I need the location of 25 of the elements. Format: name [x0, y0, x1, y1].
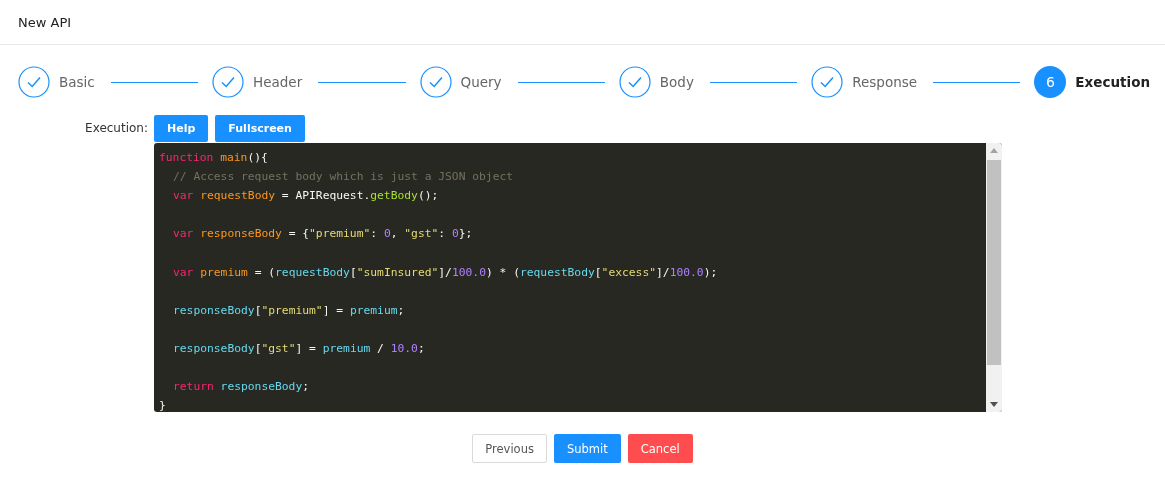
- code-editor[interactable]: [154, 143, 1002, 412]
- field-label: Execution:: [84, 120, 149, 137]
- code-line: // Access request body which is just a JSON object: [172, 169, 514, 186]
- toolbar-button[interactable]: Fullscreen: [215, 115, 305, 142]
- toolbar-button[interactable]: Help: [154, 115, 209, 142]
- code-line: return responseBody;: [172, 379, 310, 396]
- step-label[interactable]: Body: [659, 74, 694, 90]
- step-label[interactable]: Execution: [1075, 74, 1151, 90]
- window-title: New API: [18, 14, 72, 30]
- action-button[interactable]: Cancel: [627, 434, 693, 463]
- action-button[interactable]: Previous: [472, 434, 547, 463]
- code-line: function main(){: [159, 150, 268, 166]
- step-label[interactable]: Basic: [59, 74, 95, 90]
- code-line: responseBody["gst"] = premium / 10.0;: [172, 340, 425, 357]
- code-line: responseBody["premium"] = premium;: [172, 302, 405, 319]
- code-line: var requestBody = APIRequest.getBody();: [172, 188, 439, 205]
- step-number: 6: [1034, 66, 1067, 98]
- code-line: var responseBody = {"premium": 0, "gst": 0};: [172, 226, 473, 243]
- code-line: var premium = (requestBody["sumInsured"]/100.0) * (requestBody["excess"]/100.0);: [172, 264, 718, 281]
- action-button[interactable]: Submit: [553, 434, 621, 463]
- code-line: }: [159, 398, 166, 412]
- step-label[interactable]: Response: [852, 74, 918, 90]
- step-label[interactable]: Query: [460, 74, 502, 90]
- step-label[interactable]: Header: [253, 74, 303, 90]
- scrollbar[interactable]: [986, 143, 1002, 412]
